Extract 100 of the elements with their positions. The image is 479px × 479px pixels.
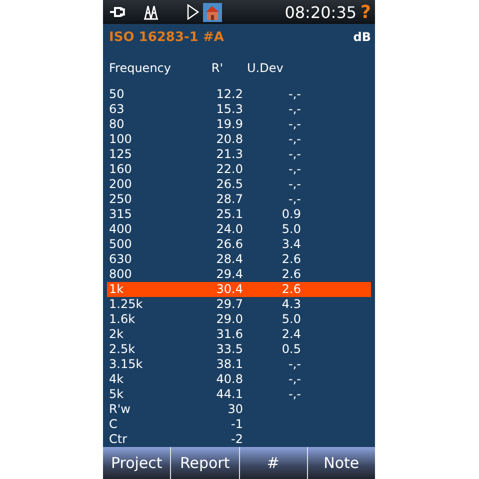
standard-title: ISO 16283-1 #A: [109, 30, 224, 44]
table-cell-text: 50: [109, 87, 126, 102]
table-row[interactable]: 1.25k 29.7 4.3: [107, 297, 371, 312]
table-cell-text: 1k: [109, 282, 125, 297]
toolbar-button[interactable]: Note: [308, 447, 375, 479]
table-cell-text: 24.0: [215, 222, 243, 237]
table-cell-text: 800: [109, 267, 133, 282]
table-cell-text: 31.6: [215, 327, 243, 342]
table-cell-text: 5.0: [280, 312, 301, 327]
table-cell-text: 12.2: [215, 87, 243, 102]
table-cell-text: -,-: [288, 372, 301, 387]
table-cell-text: 21.3: [215, 147, 243, 162]
table-cell-text: -,-: [288, 177, 301, 192]
table-cell-text: 250: [109, 192, 133, 207]
table-row[interactable]: 5k 44.1 -,-: [107, 387, 371, 402]
table-cell-text: 500: [109, 237, 133, 252]
table-row[interactable]: 160 22.0 -,-: [107, 162, 371, 177]
table-cell-text: 3.15k: [109, 357, 144, 372]
table-cell-text: 29.7: [215, 297, 243, 312]
table-cell-text: 0.5: [280, 342, 301, 357]
table-cell-text: 2.4: [280, 327, 301, 342]
table-row[interactable]: 100 20.8 -,-: [107, 132, 371, 147]
table-cell-text: -,-: [288, 117, 301, 132]
table-row[interactable]: 630 28.4 2.6: [107, 252, 371, 267]
table-cell-text: 2.6: [280, 282, 301, 297]
table-cell-text: -,-: [288, 162, 301, 177]
table-cell-text: 22.0: [215, 162, 243, 177]
column-header: U.Dev: [246, 61, 284, 76]
table-cell-text: 2.6: [280, 252, 301, 267]
table-cell-text: 3.4: [280, 237, 301, 252]
table-cell-text: 28.7: [215, 192, 243, 207]
table-cell-text: 25.1: [215, 207, 243, 222]
table-cell-text: -2: [230, 432, 243, 447]
table-row[interactable]: 1.6k 29.0 5.0: [107, 312, 371, 327]
table-cell-text: 30: [226, 402, 243, 417]
table-cell-text: 29.4: [215, 267, 243, 282]
table-cell-text: -1: [230, 417, 243, 432]
table-row[interactable]: R'w 30: [107, 402, 371, 417]
column-header: Frequency: [108, 61, 171, 76]
table-cell-text: 2.6: [280, 267, 301, 282]
table-row[interactable]: 2.5k 33.5 0.5: [107, 342, 371, 357]
table-cell-text: 44.1: [215, 387, 243, 402]
table-row[interactable]: 800 29.4 2.6: [107, 267, 371, 282]
table-cell-text: 125: [109, 147, 133, 162]
table-cell-text: 33.5: [215, 342, 243, 357]
table-row[interactable]: 63 15.3 -,-: [107, 102, 371, 117]
toolbar-button[interactable]: Project: [103, 447, 170, 479]
table-cell-text: 315: [109, 207, 133, 222]
unit-label: dB: [353, 30, 371, 44]
table-cell-text: 40.8: [215, 372, 243, 387]
table-row[interactable]: 3.15k 38.1 -,-: [107, 357, 371, 372]
table-cell-text: 20.8: [215, 132, 243, 147]
table-row[interactable]: 500 26.6 3.4: [107, 237, 371, 252]
table-row[interactable]: 315 25.1 0.9: [107, 207, 371, 222]
table-row[interactable]: 50 12.2 -,-: [107, 87, 371, 102]
table-cell-text: 30.4: [215, 282, 243, 297]
table-cell-text: 400: [109, 222, 133, 237]
table-cell-text: 63: [109, 102, 126, 117]
table-cell-text: -,-: [288, 147, 301, 162]
toolbar-button[interactable]: Report: [171, 447, 238, 479]
table-cell-text: -,-: [288, 87, 301, 102]
table-cell-text: C: [109, 417, 118, 432]
table-cell-text: 1.6k: [109, 312, 136, 327]
table-cell-text: Ctr: [109, 432, 128, 447]
table-cell-text: 160: [109, 162, 133, 177]
table-cell-text: 29.0: [215, 312, 243, 327]
table-cell-text: 19.9: [215, 117, 243, 132]
table-cell-text: 26.5: [215, 177, 243, 192]
table-cell-text: -,-: [288, 102, 301, 117]
peaks-icon[interactable]: [143, 4, 159, 20]
table-cell-text: 5.0: [280, 222, 301, 237]
table-cell-text: 5k: [109, 387, 125, 402]
table-row[interactable]: 4k 40.8 -,-: [107, 372, 371, 387]
table-cell-text: 26.6: [215, 237, 243, 252]
table-cell-text: 38.1: [215, 357, 243, 372]
plug-icon[interactable]: [109, 5, 127, 19]
table-cell-text: 100: [109, 132, 133, 147]
table-row[interactable]: 80 19.9 -,-: [107, 117, 371, 132]
table-row[interactable]: 250 28.7 -,-: [107, 192, 371, 207]
table-cell-text: R'w: [109, 402, 132, 417]
table-row[interactable]: 400 24.0 5.0: [107, 222, 371, 237]
table-cell-text: 80: [109, 117, 126, 132]
table-row[interactable]: Ctr -2: [107, 432, 371, 447]
table-cell-text: 630: [109, 252, 133, 267]
clock-time: 08:20:35: [284, 2, 357, 22]
table-row[interactable]: 125 21.3 -,-: [107, 147, 371, 162]
table-row[interactable]: 200 26.5 -,-: [107, 177, 371, 192]
house-icon[interactable]: [203, 2, 222, 22]
play-icon[interactable]: [187, 4, 199, 20]
table-cell-text: -,-: [288, 192, 301, 207]
table-cell-text: -,-: [288, 387, 301, 402]
help-icon[interactable]: ?: [360, 2, 371, 22]
column-header: R': [210, 61, 224, 76]
table-cell-text: 4.3: [280, 297, 301, 312]
table-cell-text: 0.9: [280, 207, 301, 222]
toolbar-button[interactable]: #: [240, 447, 307, 479]
table-row[interactable]: 2k 31.6 2.4: [107, 327, 371, 342]
table-cell-text: 200: [109, 177, 133, 192]
table-row[interactable]: C -1: [107, 417, 371, 432]
table-cell-text: 15.3: [215, 102, 243, 117]
